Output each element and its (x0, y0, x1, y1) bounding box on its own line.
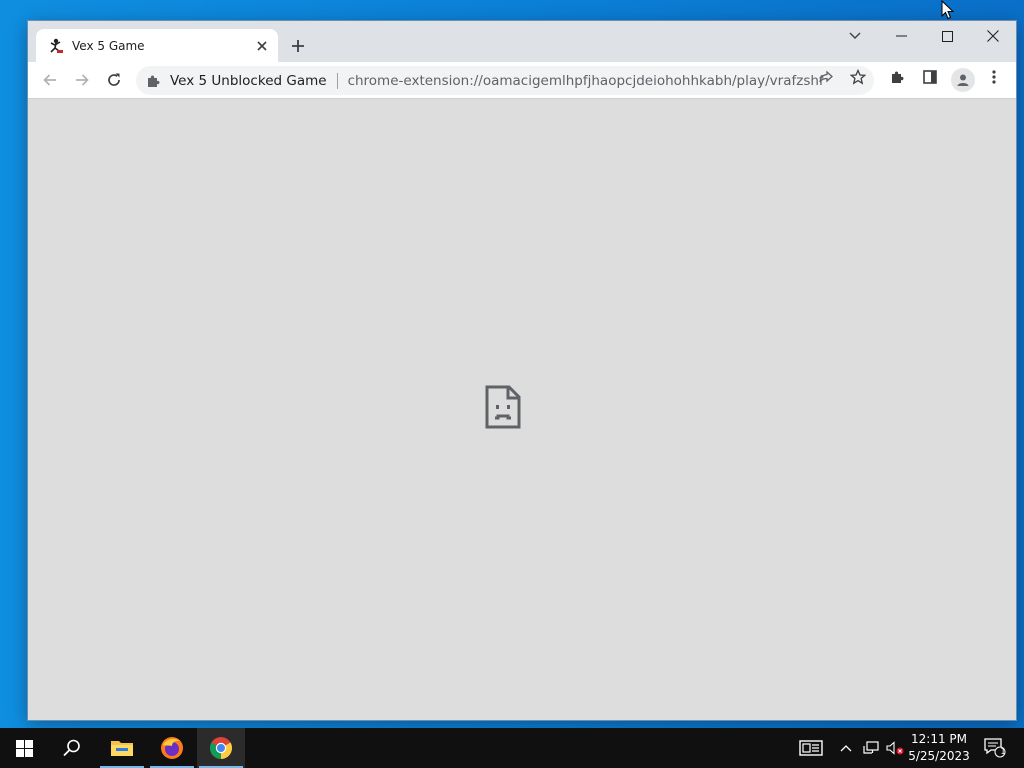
reload-icon (108, 73, 120, 86)
chrome-menu-button[interactable] (983, 66, 1005, 88)
tab-strip: Vex 5 Game (28, 21, 1016, 62)
start-button[interactable] (0, 728, 48, 768)
clock-date: 5/25/2023 (908, 749, 970, 763)
bookmark-button[interactable] (847, 66, 869, 88)
mouse-cursor-icon (941, 0, 955, 20)
file-explorer-button[interactable] (98, 728, 146, 768)
star-icon (850, 69, 866, 85)
omnibox-separator (336, 72, 338, 89)
page-content (28, 99, 1016, 720)
tab-search-button[interactable] (832, 21, 878, 51)
kebab-menu-icon (992, 70, 996, 84)
side-panel-button[interactable] (919, 66, 941, 88)
share-icon (819, 70, 833, 83)
address-bar[interactable]: Vex 5 Unblocked Game chrome-extension://… (136, 66, 874, 95)
sad-page-icon (485, 385, 521, 429)
taskbar: 12:11 PM 5/25/2023 1 (0, 728, 1024, 768)
file-explorer-icon (111, 741, 133, 756)
news-icon (799, 740, 823, 756)
tab-title: Vex 5 Game (72, 38, 145, 53)
tab-search-chevron-icon (849, 32, 861, 39)
extensions-button[interactable] (887, 66, 909, 88)
profile-icon (957, 74, 969, 86)
search-icon (63, 739, 80, 757)
show-hidden-icons-button[interactable] (836, 728, 856, 768)
close-icon (987, 30, 999, 42)
notification-count: 1 (1000, 747, 1006, 756)
news-button[interactable] (796, 728, 826, 768)
share-button[interactable] (815, 66, 837, 88)
reload-button[interactable] (100, 66, 128, 94)
chrome-button[interactable] (197, 728, 245, 768)
minimize-button[interactable] (878, 21, 924, 51)
forward-button[interactable] (68, 66, 96, 94)
puzzle-icon (148, 75, 160, 87)
url-text: chrome-extension://oamacigemlhpfjhaopcjd… (347, 72, 824, 89)
search-button[interactable] (48, 728, 96, 768)
tab-vex5[interactable]: Vex 5 Game (36, 29, 278, 62)
close-window-button[interactable] (970, 21, 1016, 51)
site-name: Vex 5 Unblocked Game (170, 72, 327, 89)
new-tab-button[interactable] (286, 34, 310, 58)
notifications-button[interactable]: 1 (980, 728, 1010, 768)
side-panel-icon (923, 70, 937, 84)
network-button[interactable] (860, 728, 882, 768)
puzzle-icon (892, 71, 904, 83)
network-icon (863, 741, 879, 754)
back-button[interactable] (36, 66, 64, 94)
plus-icon (292, 40, 304, 52)
arrow-right-icon (76, 74, 89, 86)
arrow-left-icon (43, 74, 56, 86)
browser-window: Vex 5 Game Vex 5 Unblocked Game chrome-e… (28, 21, 1016, 720)
browser-toolbar: Vex 5 Unblocked Game chrome-extension://… (28, 62, 1016, 99)
tab-close-button[interactable] (250, 34, 274, 58)
clock-time: 12:11 PM (911, 732, 967, 746)
maximize-icon (941, 30, 953, 42)
close-icon (257, 40, 267, 51)
chevron-up-icon (840, 745, 852, 752)
minimize-icon (895, 35, 907, 37)
chrome-icon (210, 737, 232, 759)
firefox-button[interactable] (148, 728, 196, 768)
system-clock[interactable]: 12:11 PM 5/25/2023 (902, 731, 976, 765)
firefox-icon (161, 737, 183, 759)
profile-button[interactable] (951, 68, 975, 92)
vex-game-favicon-icon (50, 38, 63, 53)
windows-start-icon (15, 739, 33, 757)
maximize-button[interactable] (924, 21, 970, 51)
